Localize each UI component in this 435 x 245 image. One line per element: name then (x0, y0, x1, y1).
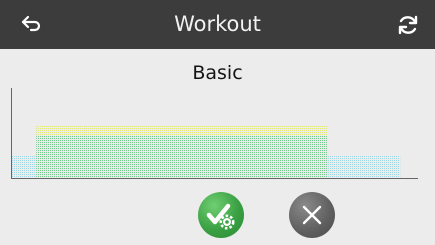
profile-bar-top (206, 126, 231, 136)
profile-bar-top (303, 126, 328, 136)
profile-bar (351, 155, 377, 178)
profile-bar (36, 155, 61, 178)
profile-bar-top (157, 126, 183, 136)
profile-bar (157, 155, 183, 178)
profile-bar (206, 155, 231, 178)
profile-bar (133, 155, 158, 178)
check-gear-icon (206, 203, 235, 230)
refresh-button[interactable] (393, 11, 423, 39)
profile-bar-top (278, 126, 304, 136)
workout-name: Basic (192, 62, 243, 84)
close-icon (302, 205, 322, 225)
profile-bar (303, 155, 328, 178)
profile-bar-top (36, 126, 61, 136)
workout-profile-chart (11, 88, 418, 179)
profile-bar-top (84, 126, 110, 136)
profile-bars (12, 126, 401, 178)
profile-bar-top (133, 126, 158, 136)
profile-bar-top (254, 126, 280, 136)
profile-bar (375, 155, 401, 178)
profile-bar (60, 155, 86, 178)
profile-bar (12, 155, 37, 178)
cancel-button[interactable] (289, 192, 335, 238)
profile-bar (109, 155, 134, 178)
profile-bar-top (181, 126, 207, 136)
profile-bar-top (60, 126, 86, 136)
apply-workout-button[interactable] (198, 192, 244, 238)
profile-bar (254, 155, 280, 178)
header-bar: Workout (0, 0, 435, 49)
profile-bar (230, 155, 255, 178)
profile-bar (181, 155, 207, 178)
profile-bar-top (230, 126, 255, 136)
workout-screen: Workout Basic (0, 0, 435, 245)
page-title: Workout (174, 12, 261, 36)
profile-bar (84, 155, 110, 178)
profile-bar (327, 155, 352, 178)
profile-bar-top (109, 126, 134, 136)
refresh-icon (398, 15, 418, 35)
profile-bar (278, 155, 304, 178)
